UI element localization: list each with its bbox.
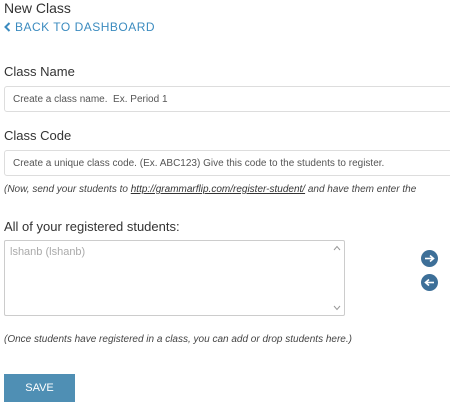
listbox-scrollbar[interactable]: [332, 243, 342, 313]
remove-student-button[interactable]: [421, 274, 438, 291]
save-button[interactable]: SAVE: [4, 374, 75, 402]
registered-students-label: All of your registered students:: [4, 219, 180, 234]
chevron-left-icon: [4, 22, 11, 32]
register-student-link[interactable]: http://grammarflip.com/register-student/: [131, 184, 305, 195]
arrow-left-icon: [424, 274, 435, 292]
back-link-label: BACK TO DASHBOARD: [15, 20, 156, 34]
back-to-dashboard-link[interactable]: BACK TO DASHBOARD: [4, 20, 155, 34]
class-name-input[interactable]: [4, 86, 450, 112]
page-title: New Class: [4, 0, 71, 16]
class-name-label: Class Name: [4, 64, 75, 79]
scroll-down-icon[interactable]: [332, 303, 342, 313]
scroll-up-icon[interactable]: [332, 243, 342, 253]
class-code-note-prefix: (Now, send your students to: [4, 184, 131, 195]
add-student-button[interactable]: [421, 250, 438, 267]
registered-students-listbox[interactable]: lshanb (lshanb): [4, 240, 345, 316]
class-code-input[interactable]: [4, 150, 450, 176]
class-code-note-suffix: and have them enter the: [305, 184, 417, 195]
student-list-item[interactable]: lshanb (lshanb): [10, 246, 85, 258]
arrow-right-icon: [424, 250, 435, 268]
students-note: (Once students have registered in a clas…: [4, 334, 352, 345]
class-code-label: Class Code: [4, 128, 72, 143]
class-code-note: (Now, send your students to http://gramm…: [4, 184, 416, 195]
